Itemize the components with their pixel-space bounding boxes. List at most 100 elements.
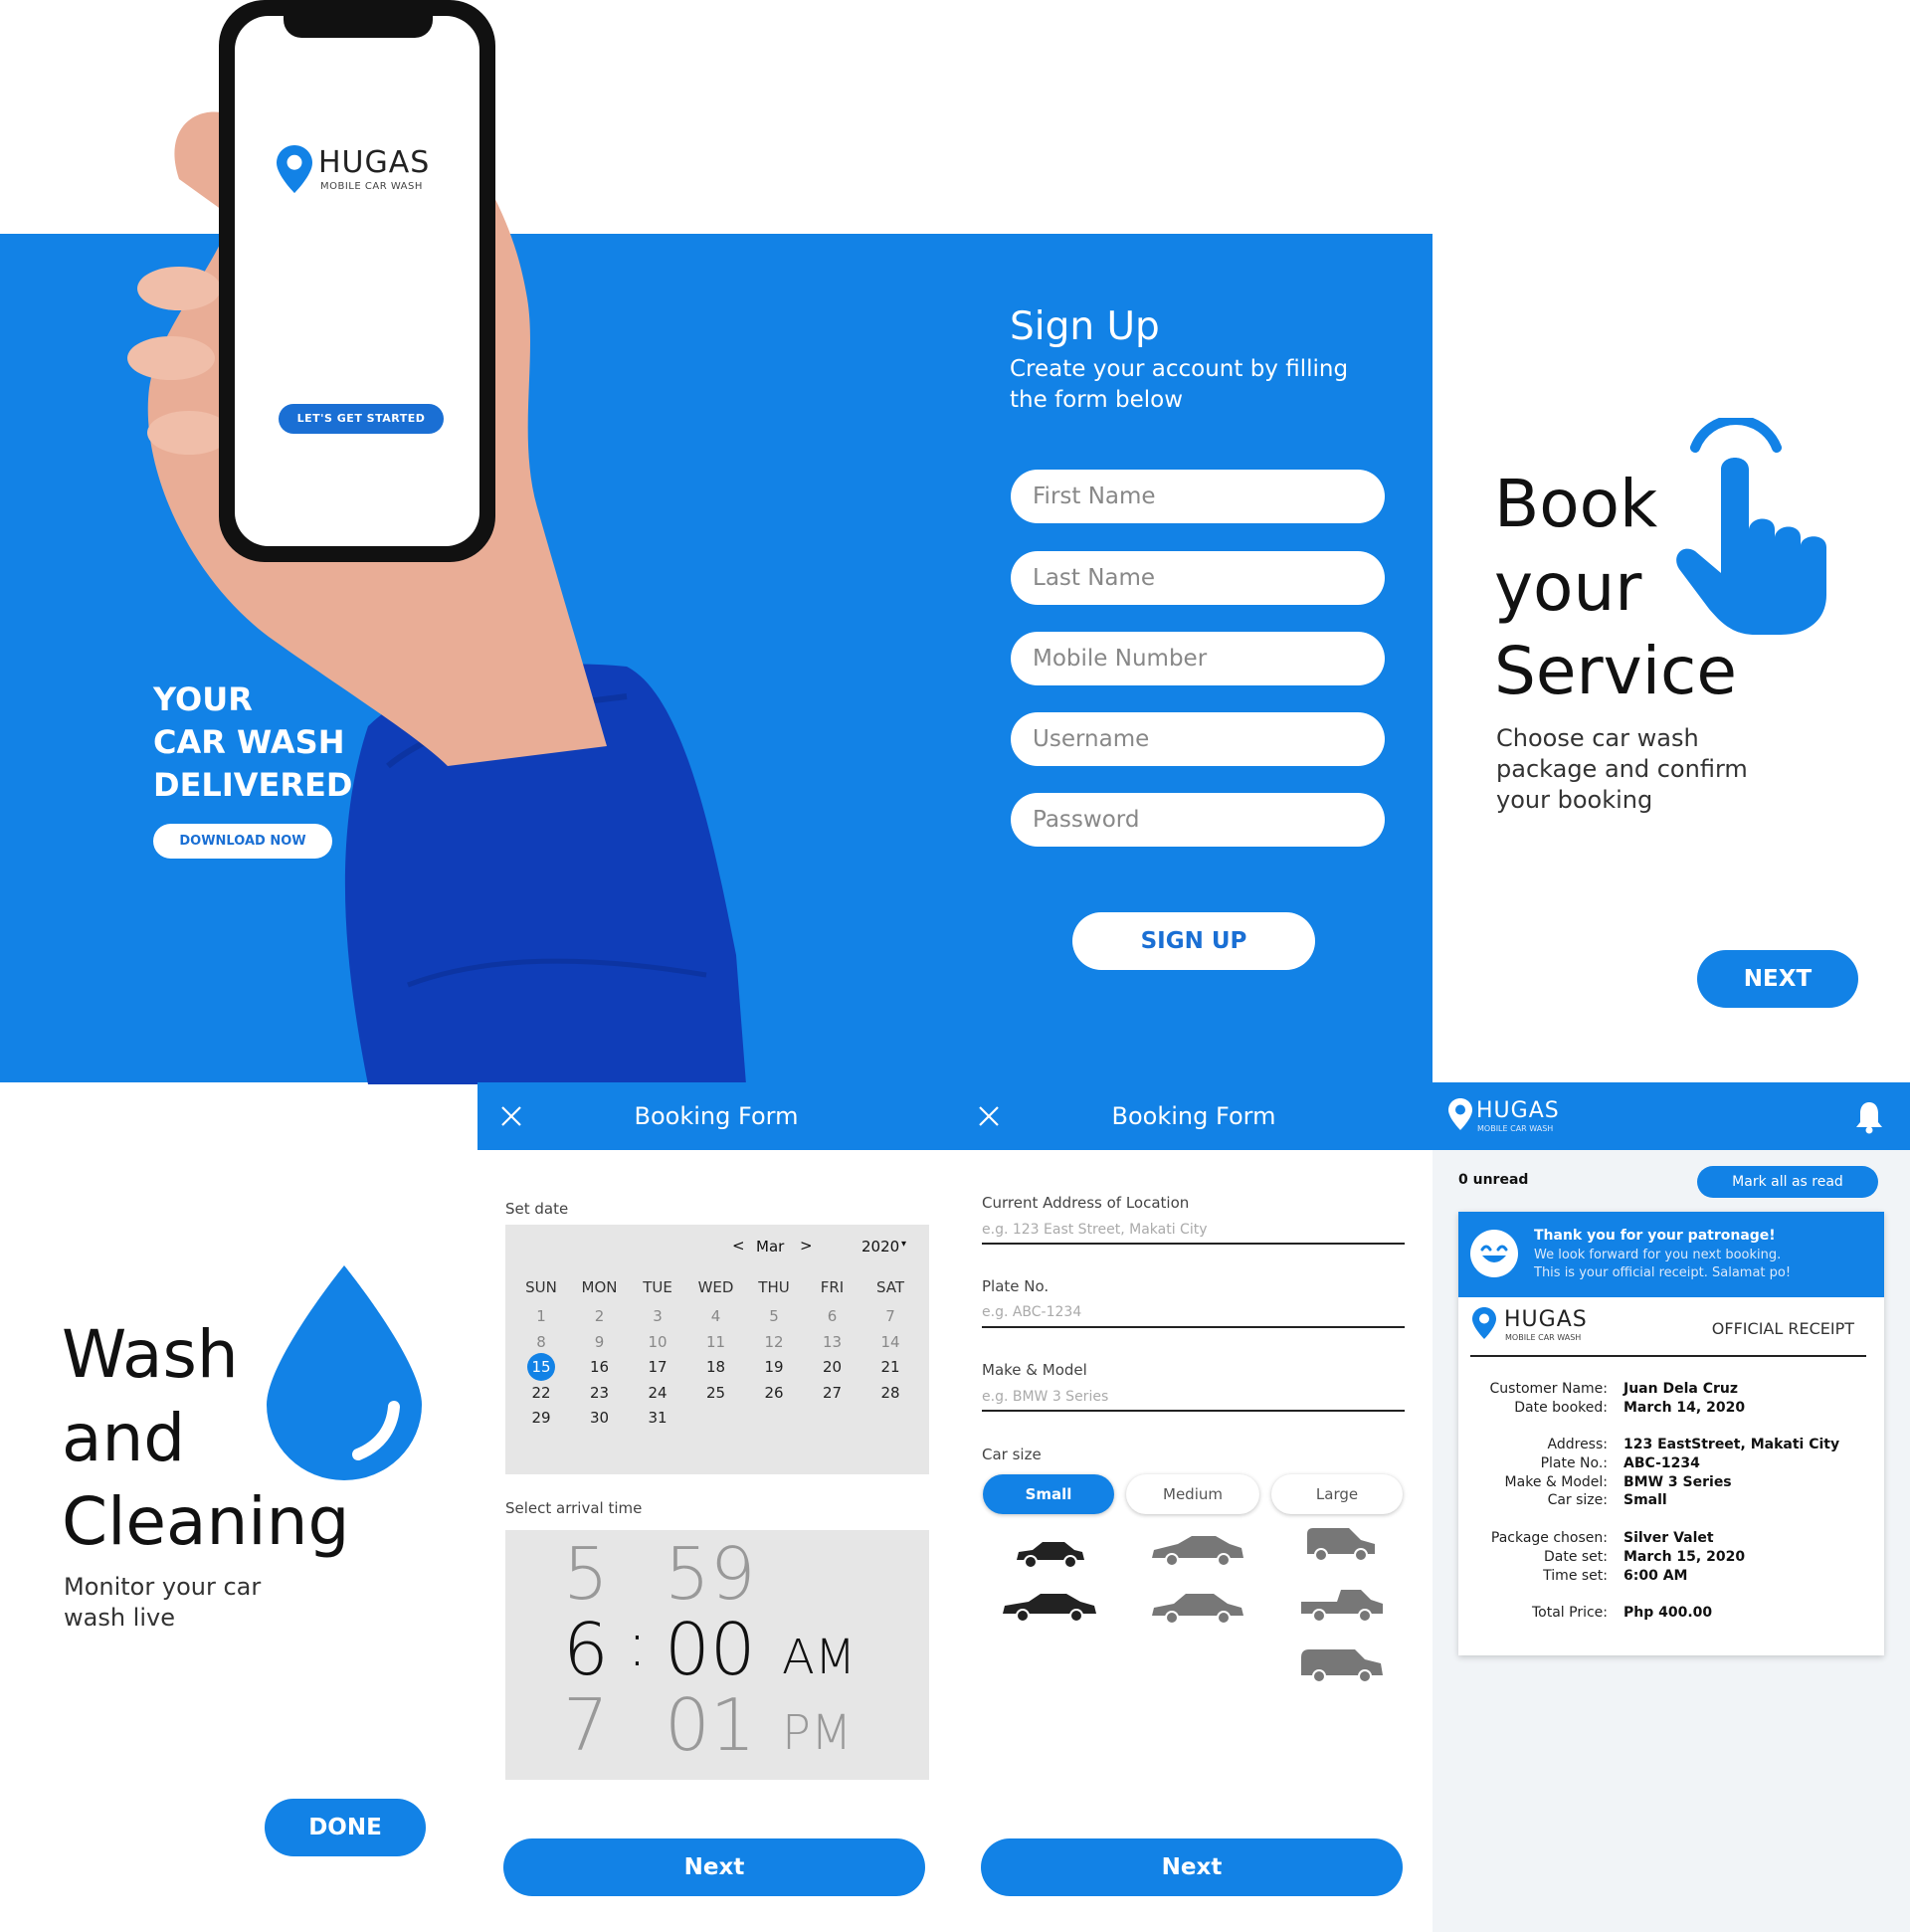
password-input[interactable]: Password <box>1011 793 1385 847</box>
calendar-day[interactable]: 27 <box>803 1381 862 1405</box>
hour-selected[interactable]: 6 <box>563 1608 609 1691</box>
calendar-day[interactable]: 22 <box>511 1381 571 1405</box>
calendar-day[interactable]: 11 <box>686 1330 746 1354</box>
calendar-day[interactable]: 8 <box>511 1330 571 1354</box>
ampm-next[interactable]: PM <box>782 1705 852 1761</box>
calendar-day[interactable]: 13 <box>803 1330 862 1354</box>
calendar-day[interactable]: 1 <box>511 1304 571 1328</box>
next-month-button[interactable]: > <box>800 1237 813 1255</box>
mobile-number-input[interactable]: Mobile Number <box>1011 632 1385 685</box>
receipt-details: Customer Name: Juan Dela Cruz Date booked:… <box>1472 1381 1880 1621</box>
calendar-day[interactable]: 16 <box>570 1355 630 1379</box>
size-small-button[interactable]: Small <box>983 1474 1114 1514</box>
size-medium-button[interactable]: Medium <box>1126 1474 1259 1514</box>
make-model-input[interactable]: e.g. BMW 3 Series <box>982 1389 1108 1405</box>
weekday-label: THU <box>758 1278 790 1296</box>
small-hatchback-icon[interactable] <box>1013 1536 1086 1570</box>
calendar-day[interactable]: 26 <box>744 1381 804 1405</box>
calendar-day[interactable]: 12 <box>744 1330 804 1354</box>
small-sedan-icon[interactable] <box>1001 1590 1098 1624</box>
calendar-day[interactable]: 14 <box>860 1330 920 1354</box>
brand-name: HUGAS <box>1504 1307 1588 1332</box>
receipt-field-label: Total Price: <box>1531 1605 1608 1621</box>
size-large-button[interactable]: Large <box>1271 1474 1403 1514</box>
calendar-day[interactable]: 7 <box>860 1304 920 1328</box>
receipt-divider <box>1470 1355 1866 1357</box>
prev-month-button[interactable]: < <box>732 1237 745 1255</box>
booking-details-topbar: Booking Form <box>955 1082 1432 1150</box>
calendar-day[interactable]: 10 <box>628 1330 687 1354</box>
medium-car-icon[interactable] <box>1150 1590 1245 1626</box>
plate-label: Plate No. <box>982 1277 1050 1295</box>
calendar-day[interactable]: 9 <box>570 1330 630 1354</box>
large-van-icon[interactable] <box>1303 1524 1379 1564</box>
weekday-label: TUE <box>643 1278 672 1296</box>
location-pin-icon <box>1448 1098 1472 1130</box>
time-separator: : <box>627 1608 648 1680</box>
brand-name: HUGAS <box>1476 1098 1560 1123</box>
message-line: We look forward for you next booking. <box>1534 1248 1782 1262</box>
receipt-field-value: 6:00 AM <box>1624 1568 1688 1584</box>
plate-input[interactable]: e.g. ABC-1234 <box>982 1304 1081 1320</box>
calendar-day[interactable]: 24 <box>628 1381 687 1405</box>
calendar-day[interactable]: 30 <box>570 1406 630 1430</box>
calendar-day[interactable]: 28 <box>860 1381 920 1405</box>
unread-count: 0 unread <box>1458 1172 1529 1188</box>
sign-up-button[interactable]: SIGN UP <box>1072 912 1315 970</box>
weekday-label: WED <box>697 1278 734 1296</box>
calendar-day[interactable]: 17 <box>628 1355 687 1379</box>
next-button[interactable]: NEXT <box>1697 950 1858 1008</box>
hour-next[interactable]: 7 <box>563 1683 609 1767</box>
calendar-year[interactable]: 2020 <box>861 1238 899 1256</box>
download-now-button[interactable]: DOWNLOAD NOW <box>153 824 332 859</box>
calendar-day[interactable]: 5 <box>744 1304 804 1328</box>
tagline-line: CAR WASH <box>153 723 345 761</box>
next-button[interactable]: Next <box>981 1838 1403 1896</box>
last-name-input[interactable]: Last Name <box>1011 551 1385 605</box>
calendar-day[interactable]: 25 <box>686 1381 746 1405</box>
large-pickup-icon[interactable] <box>1299 1586 1385 1624</box>
calendar-day[interactable]: 6 <box>803 1304 862 1328</box>
next-button[interactable]: Next <box>503 1838 925 1896</box>
calendar-day[interactable]: 21 <box>860 1355 920 1379</box>
minute-prev[interactable]: 59 <box>665 1532 756 1616</box>
address-input[interactable]: e.g. 123 East Street, Makati City <box>982 1222 1208 1238</box>
location-pin-icon <box>1472 1307 1496 1339</box>
calendar-day[interactable]: 4 <box>686 1304 746 1328</box>
arrival-time-label: Select arrival time <box>505 1499 643 1517</box>
ampm-selected[interactable]: AM <box>782 1630 856 1685</box>
receipt-field-value: Small <box>1624 1492 1667 1508</box>
receipt-field-value: Juan Dela Cruz <box>1624 1381 1738 1397</box>
hour-prev[interactable]: 5 <box>563 1532 609 1616</box>
receipt-field-label: Car size: <box>1547 1492 1608 1508</box>
username-input[interactable]: Username <box>1011 712 1385 766</box>
signup-subtitle: Create your account by filling the form … <box>1010 356 1349 413</box>
calendar-day[interactable]: 20 <box>803 1355 862 1379</box>
phone-notch <box>284 14 433 38</box>
receipt-field-value: ABC-1234 <box>1624 1455 1700 1471</box>
calendar-day[interactable]: 29 <box>511 1406 571 1430</box>
get-started-button[interactable]: LET'S GET STARTED <box>279 404 444 434</box>
bell-icon[interactable] <box>1854 1100 1884 1134</box>
large-suv-icon[interactable] <box>1299 1645 1385 1685</box>
calendar-day-selected[interactable]: 15 <box>511 1355 571 1379</box>
medium-sedan-icon[interactable] <box>1150 1532 1245 1568</box>
minute-selected[interactable]: 00 <box>665 1608 756 1691</box>
signup-title: Sign Up <box>1010 304 1160 349</box>
calendar-day[interactable]: 18 <box>686 1355 746 1379</box>
year-dropdown-icon[interactable]: ▾ <box>901 1239 906 1250</box>
done-button[interactable]: DONE <box>265 1799 426 1856</box>
calendar-day[interactable]: 19 <box>744 1355 804 1379</box>
first-name-input[interactable]: First Name <box>1011 470 1385 523</box>
weekday-label: SAT <box>875 1278 905 1296</box>
notifications-topbar: HUGAS MOBILE CAR WASH <box>1432 1082 1910 1150</box>
minute-next[interactable]: 01 <box>665 1683 756 1767</box>
time-picker[interactable]: 5 59 6 : 00 AM 7 01 PM <box>505 1530 929 1780</box>
mark-all-read-button[interactable]: Mark all as read <box>1697 1166 1878 1198</box>
calendar-day[interactable]: 3 <box>628 1304 687 1328</box>
tagline-line: YOUR <box>153 680 253 718</box>
calendar-day[interactable]: 23 <box>570 1381 630 1405</box>
calendar-day[interactable]: 2 <box>570 1304 630 1328</box>
calendar-day[interactable]: 31 <box>628 1406 687 1430</box>
receipt-field-label: Time set: <box>1543 1568 1608 1584</box>
